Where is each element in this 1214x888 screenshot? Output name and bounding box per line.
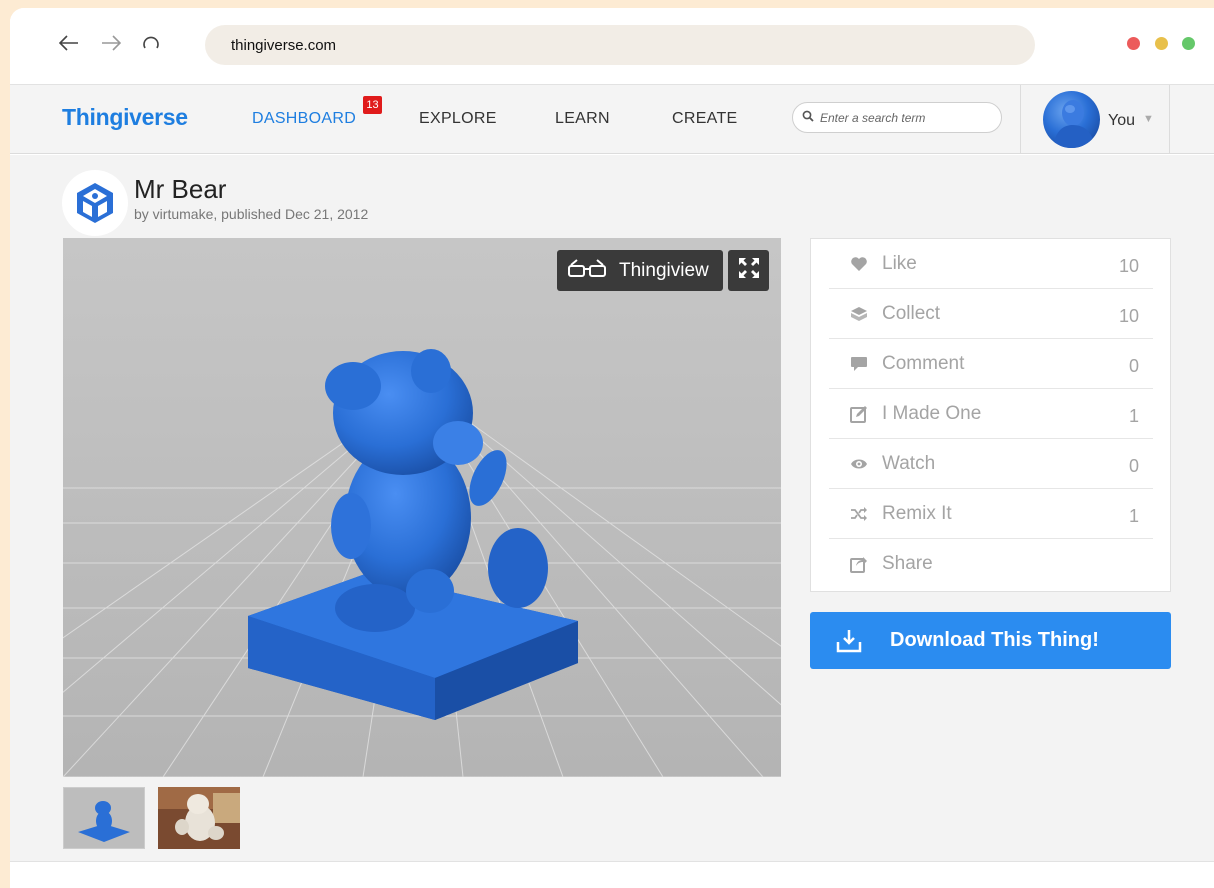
comment-icon	[849, 354, 869, 374]
back-icon[interactable]	[58, 32, 80, 54]
page-footer	[10, 861, 1214, 888]
remix-button[interactable]: Remix It 1	[829, 489, 1153, 539]
i-made-one-button[interactable]: I Made One 1	[829, 389, 1153, 439]
browser-window: thingiverse.com Thingiverse DASHBOARD 13…	[10, 8, 1214, 888]
fullscreen-button[interactable]	[728, 250, 769, 291]
site-header: Thingiverse DASHBOARD 13 EXPLORE LEARN C…	[10, 84, 1214, 154]
user-menu[interactable]: You ▼	[1020, 85, 1170, 153]
remix-label: Remix It	[882, 502, 952, 524]
watch-button[interactable]: Watch 0	[829, 439, 1153, 489]
user-name: You	[1108, 112, 1135, 129]
url-text: thingiverse.com	[231, 36, 337, 54]
like-label: Like	[882, 252, 917, 274]
thumbnail-model[interactable]	[63, 787, 145, 849]
address-bar[interactable]: thingiverse.com	[205, 25, 1035, 65]
nav-dashboard[interactable]: DASHBOARD	[252, 110, 356, 128]
thumbnail-photo[interactable]	[158, 787, 240, 849]
remix-count: 1	[1128, 506, 1139, 526]
thing-byline: by virtumake, published Dec 21, 2012	[134, 206, 369, 222]
thingiview-button[interactable]: Thingiview	[557, 250, 723, 291]
search-box[interactable]	[792, 102, 1002, 133]
model-render	[63, 238, 781, 777]
watch-count: 0	[1128, 456, 1139, 476]
thing-title: Mr Bear	[134, 174, 227, 204]
thing-actions-panel: Like 10 Collect 10 Comment 0 I Made One …	[810, 238, 1171, 592]
i-made-one-count: 1	[1128, 406, 1139, 426]
like-count: 10	[1118, 256, 1139, 276]
browser-toolbar: thingiverse.com	[10, 8, 1214, 84]
notification-badge: 13	[363, 96, 382, 114]
download-label: Download This Thing!	[890, 629, 1099, 651]
thingiverse-logo[interactable]: Thingiverse	[62, 104, 188, 131]
share-button[interactable]: Share	[829, 539, 1153, 589]
nav-explore[interactable]: EXPLORE	[419, 110, 497, 128]
eye-icon	[849, 454, 869, 474]
comment-count: 0	[1128, 356, 1139, 376]
window-close-dot[interactable]	[1127, 37, 1140, 50]
model-viewer[interactable]: Thingiview	[63, 238, 781, 777]
edit-icon	[849, 404, 869, 424]
collect-label: Collect	[882, 302, 941, 324]
search-input[interactable]	[820, 110, 990, 125]
heart-icon	[849, 254, 869, 274]
window-minimize-dot[interactable]	[1155, 37, 1168, 50]
shuffle-icon	[849, 504, 869, 524]
collect-icon	[849, 304, 869, 324]
expand-icon	[738, 257, 760, 284]
download-button[interactable]: Download This Thing!	[810, 612, 1171, 669]
share-label: Share	[882, 553, 933, 574]
comment-button[interactable]: Comment 0	[829, 339, 1153, 389]
chevron-down-icon: ▼	[1143, 113, 1154, 125]
share-icon	[849, 554, 869, 574]
collect-count: 10	[1118, 306, 1139, 326]
download-icon	[835, 627, 863, 655]
forward-icon[interactable]	[100, 32, 122, 54]
nav-learn[interactable]: LEARN	[555, 110, 610, 128]
i-made-one-label: I Made One	[882, 402, 982, 424]
creator-avatar[interactable]	[62, 170, 128, 236]
avatar	[1043, 91, 1100, 148]
reload-icon[interactable]	[140, 32, 162, 54]
like-button[interactable]: Like 10	[829, 239, 1153, 289]
thingiview-label: Thingiview	[619, 259, 709, 281]
nav-create[interactable]: CREATE	[672, 110, 738, 128]
collect-button[interactable]: Collect 10	[829, 289, 1153, 339]
search-icon	[802, 109, 814, 127]
window-maximize-dot[interactable]	[1182, 37, 1195, 50]
glasses-icon	[567, 258, 607, 283]
watch-label: Watch	[882, 452, 936, 474]
comment-label: Comment	[882, 352, 965, 374]
thing-page: Mr Bear by virtumake, published Dec 21, …	[10, 155, 1214, 861]
